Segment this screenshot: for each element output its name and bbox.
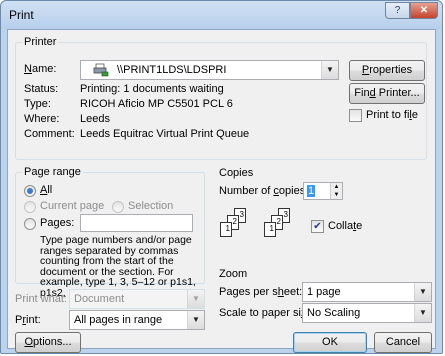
copies-group-title: Copies: [219, 167, 254, 179]
current-page-label: Current page: [40, 200, 105, 212]
comment-value: Leeds Equitrac Virtual Print Queue: [80, 128, 250, 140]
print-what-dropdown-icon[interactable]: ▼: [187, 290, 204, 308]
selection-label: Selection: [128, 200, 174, 212]
pages-per-sheet-value: 1 page: [307, 286, 341, 298]
network-printer-icon: [93, 63, 109, 80]
status-value: Printing: 1 documents waiting: [80, 83, 224, 95]
page-icon: 1: [264, 222, 276, 237]
current-page-radio[interactable]: [24, 201, 36, 213]
printer-name-label: Name:: [24, 63, 57, 75]
selection-radio[interactable]: [112, 201, 124, 213]
all-pages-radio[interactable]: [24, 185, 36, 197]
print-to-file-label: Print to file: [366, 109, 418, 121]
print-label: Print:: [15, 314, 41, 326]
printer-name-combo[interactable]: \\PRINT1LDS\LDSPRI ▼: [80, 60, 339, 80]
print-what-label: Print what:: [15, 293, 67, 305]
all-pages-label: All: [40, 184, 53, 196]
type-value: RICOH Aficio MP C5501 PCL 6: [80, 98, 233, 110]
where-label: Where:: [24, 113, 60, 125]
page-range-group-title: Page range: [22, 166, 83, 178]
cancel-button[interactable]: Cancel: [374, 332, 432, 353]
pages-label: Pages:: [40, 217, 75, 229]
scale-dropdown-icon[interactable]: ▼: [414, 304, 431, 322]
properties-button[interactable]: Properties: [349, 60, 425, 81]
pages-per-sheet-dropdown-icon[interactable]: ▼: [414, 283, 431, 301]
help-button[interactable]: ?: [385, 2, 410, 19]
print-dialog: Print ? ✕ Printer Name: \\PRINT1LDS\LDSP…: [0, 0, 443, 354]
pages-per-sheet-label: Pages per sheet:: [219, 286, 303, 298]
scale-combo[interactable]: No Scaling ▼: [302, 303, 432, 323]
print-what-value: Document: [74, 293, 125, 305]
where-value: Leeds: [80, 113, 110, 125]
zoom-group-title: Zoom: [219, 268, 248, 280]
pages-input[interactable]: [80, 214, 193, 232]
printer-name-dropdown-icon[interactable]: ▼: [321, 61, 338, 79]
collate-label: Collate: [328, 220, 363, 232]
print-to-file-checkbox[interactable]: [349, 109, 362, 122]
zoom-anchor: [213, 296, 214, 297]
scale-value: No Scaling: [307, 307, 361, 319]
dialog-body: Printer Name: \\PRINT1LDS\LDSPRI ▼ Statu…: [7, 29, 436, 353]
pages-radio[interactable]: [24, 218, 36, 230]
dialog-title: Print: [9, 8, 34, 22]
copies-value: 1: [307, 185, 316, 197]
printer-group-title: Printer: [22, 36, 59, 48]
number-of-copies-label: Number of copies:: [219, 185, 309, 197]
properties-button-rest: roperties: [369, 64, 413, 76]
status-label: Status:: [24, 83, 59, 95]
copies-down-icon[interactable]: ▼: [330, 191, 342, 199]
collate-pages-icon-left: 3 2 1: [220, 208, 254, 248]
collate-pages-icon-right: 3 2 1: [264, 208, 298, 248]
print-dropdown-icon[interactable]: ▼: [187, 311, 204, 329]
comment-label: Comment:: [24, 128, 75, 140]
page-icon: 1: [220, 222, 232, 237]
collate-checkbox[interactable]: ✔: [311, 220, 324, 233]
options-button[interactable]: Options...: [15, 332, 81, 353]
close-button[interactable]: ✕: [410, 2, 438, 19]
title-bar[interactable]: Print ? ✕: [1, 1, 442, 29]
ok-button[interactable]: OK: [293, 332, 367, 353]
find-printer-button[interactable]: Find Printer...: [349, 83, 425, 104]
print-what-combo[interactable]: Document ▼: [69, 289, 205, 309]
copies-spinner[interactable]: 1 ▲ ▼: [303, 182, 343, 200]
copies-anchor: [213, 148, 214, 149]
print-value: All pages in range: [74, 314, 163, 326]
type-label: Type:: [24, 98, 51, 110]
pages-per-sheet-combo[interactable]: 1 page ▼: [302, 282, 432, 302]
printer-name-value: \\PRINT1LDS\LDSPRI: [117, 64, 227, 76]
print-combo[interactable]: All pages in range ▼: [69, 310, 205, 330]
